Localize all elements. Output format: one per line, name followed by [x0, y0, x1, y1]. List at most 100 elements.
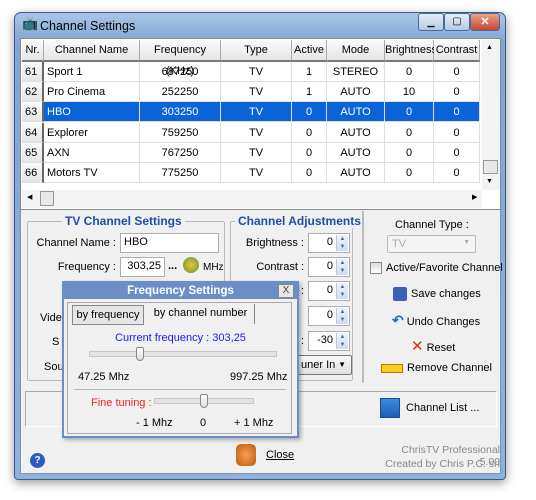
channel-list-button[interactable]: Channel List ... [380, 398, 479, 418]
close-window-button[interactable]: ✕ [470, 13, 500, 31]
scroll-thumb[interactable] [483, 160, 498, 174]
table-cell[interactable]: AXN [44, 142, 140, 163]
contrast-spinner[interactable]: 0 ▲ ▼ [308, 257, 350, 277]
table-cell[interactable]: 775250 [140, 163, 221, 183]
close-button[interactable]: Close [236, 444, 294, 466]
column-header[interactable]: Nr. [22, 40, 44, 62]
column-header[interactable]: Mode [327, 40, 385, 62]
scroll-right-arrow[interactable]: ▶ [472, 193, 477, 201]
table-cell[interactable]: 303250 [140, 102, 221, 123]
remove-channel-label: Remove Channel [407, 362, 492, 374]
hscroll-thumb[interactable] [40, 191, 54, 206]
table-cell[interactable]: 0 [434, 163, 480, 183]
save-changes-button[interactable]: Save changes [393, 287, 481, 301]
dialog-close-button[interactable]: X [278, 284, 294, 298]
table-cell[interactable]: TV [221, 122, 292, 143]
dialog-separator [74, 389, 286, 390]
row-number[interactable]: 66 [22, 163, 44, 183]
scroll-up-arrow[interactable]: ▲ [486, 44, 493, 51]
frequency-slider-track[interactable] [89, 351, 277, 357]
row-number[interactable]: 63 [22, 102, 44, 123]
table-cell[interactable]: AUTO [327, 122, 385, 143]
help-icon[interactable]: ? [30, 453, 45, 468]
table-cell[interactable]: 10 [385, 82, 434, 103]
table-cell[interactable]: 0 [434, 62, 480, 82]
vertical-scrollbar[interactable]: ▲ ▼ [482, 40, 500, 190]
brightness-spinner[interactable]: 0 ▲ ▼ [308, 233, 350, 253]
spin-arrows-icon[interactable]: ▲ ▼ [336, 283, 348, 299]
table-cell[interactable]: Explorer [44, 122, 140, 143]
frequency-input[interactable]: 303,25 [120, 257, 165, 277]
table-cell[interactable]: 0 [434, 142, 480, 163]
row-number[interactable]: 61 [22, 62, 44, 82]
table-cell[interactable]: 0 [385, 163, 434, 183]
frequency-tune-icon[interactable] [183, 257, 199, 273]
maximize-button[interactable]: ▢ [444, 13, 470, 31]
column-header[interactable]: Channel Name [44, 40, 140, 62]
table-cell[interactable]: 1 [292, 82, 327, 103]
spin-arrows-icon[interactable]: ▲ ▼ [336, 308, 348, 324]
table-cell[interactable]: 0 [434, 122, 480, 143]
table-cell[interactable]: Sport 1 [44, 62, 140, 82]
table-cell[interactable]: AUTO [327, 163, 385, 183]
table-cell[interactable]: 1 [292, 62, 327, 82]
reset-button[interactable]: ✕ Reset [411, 337, 455, 355]
column-header[interactable]: Frequency (KHz) [140, 40, 221, 77]
frequency-more-button[interactable]: ... [168, 260, 177, 272]
table-cell[interactable]: 252250 [140, 82, 221, 103]
table-cell[interactable]: TV [221, 142, 292, 163]
spin-arrows-icon[interactable]: ▲ ▼ [336, 259, 348, 275]
dialog-title-bar[interactable]: Frequency Settings [64, 283, 297, 299]
row-number[interactable]: 64 [22, 122, 44, 143]
tab-by-channel-number[interactable]: by channel number [147, 304, 255, 324]
remove-channel-button[interactable]: Remove Channel [381, 362, 492, 374]
column-header[interactable]: Active [292, 40, 327, 62]
table-cell[interactable]: 0 [292, 142, 327, 163]
table-cell[interactable]: TV [221, 62, 292, 82]
table-cell[interactable]: TV [221, 102, 292, 123]
adjustment-5-spinner[interactable]: -30 ▲ ▼ [308, 331, 350, 351]
table-cell[interactable]: 0 [292, 122, 327, 143]
table-cell[interactable]: AUTO [327, 142, 385, 163]
table-cell[interactable]: AUTO [327, 102, 385, 123]
active-favorite-label[interactable]: Active/Favorite Channel [386, 262, 503, 274]
fine-tuning-thumb[interactable] [200, 394, 208, 408]
minimize-button[interactable]: ▁ [418, 13, 444, 31]
channel-type-select[interactable]: TV ▼ [387, 235, 476, 253]
table-cell[interactable]: 759250 [140, 122, 221, 143]
table-cell[interactable]: TV [221, 163, 292, 183]
table-cell[interactable]: 767250 [140, 142, 221, 163]
row-number[interactable]: 65 [22, 142, 44, 163]
table-cell[interactable]: 0 [385, 142, 434, 163]
horizontal-scrollbar[interactable]: ◀ ▶ [22, 190, 482, 208]
table-cell[interactable]: 0 [385, 62, 434, 82]
table-cell[interactable]: 0 [434, 82, 480, 103]
table-cell[interactable]: STEREO [327, 62, 385, 82]
table-cell[interactable]: 0 [292, 102, 327, 123]
scroll-down-arrow[interactable]: ▼ [486, 178, 493, 185]
table-cell[interactable]: 0 [385, 102, 434, 123]
spin-arrows-icon[interactable]: ▲ ▼ [336, 333, 348, 349]
spin-arrows-icon[interactable]: ▲ ▼ [336, 235, 348, 251]
column-header[interactable]: Contrast [434, 40, 480, 62]
table-cell[interactable]: 0 [385, 122, 434, 143]
table-cell[interactable]: TV [221, 82, 292, 103]
scroll-left-arrow[interactable]: ◀ [27, 193, 32, 201]
column-header[interactable]: Brightness [385, 40, 437, 62]
table-cell[interactable]: AUTO [327, 82, 385, 103]
adjustment-3-spinner[interactable]: 0 ▲ ▼ [308, 281, 350, 301]
table-cell[interactable]: Pro Cinema [44, 82, 140, 103]
table-cell[interactable]: 687250 [140, 62, 221, 82]
active-favorite-checkbox[interactable] [370, 262, 382, 274]
frequency-slider-thumb[interactable] [135, 347, 144, 361]
undo-changes-button[interactable]: ↶ Undo Changes [392, 312, 480, 329]
table-cell[interactable]: 0 [292, 163, 327, 183]
table-cell[interactable]: Motors TV [44, 163, 140, 183]
table-cell[interactable]: 0 [434, 102, 480, 123]
channel-name-input[interactable]: HBO [120, 233, 219, 253]
column-header[interactable]: Type [221, 40, 292, 62]
tab-by-frequency[interactable]: by frequency [72, 305, 144, 325]
row-number[interactable]: 62 [22, 82, 44, 103]
adjustment-4-spinner[interactable]: 0 ▲ ▼ [308, 306, 350, 326]
table-cell[interactable]: HBO [44, 102, 140, 123]
